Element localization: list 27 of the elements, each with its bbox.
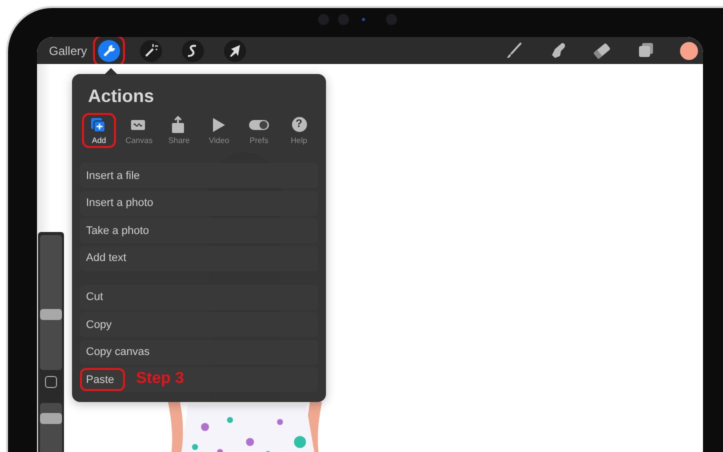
modify-button[interactable] <box>45 376 57 388</box>
color-swatch[interactable] <box>680 42 698 60</box>
panel-title: Actions <box>88 86 156 107</box>
tool-button[interactable] <box>224 40 246 62</box>
action-tab[interactable]: Prefs <box>242 113 276 148</box>
menu-item[interactable]: Copy canvas <box>80 340 318 364</box>
menu-item[interactable]: Add text <box>80 246 318 270</box>
slider-thumb[interactable] <box>40 309 62 320</box>
gallery-button[interactable]: Gallery <box>49 44 88 58</box>
brush-icon[interactable] <box>504 40 524 60</box>
action-tab[interactable]: Canvas <box>122 113 156 148</box>
menu-item[interactable]: Insert a photo <box>80 190 318 216</box>
menu-item[interactable]: Take a photo <box>80 218 318 243</box>
action-tab[interactable]: Share <box>162 113 196 148</box>
tool-button[interactable] <box>182 40 204 62</box>
tool-button[interactable] <box>140 40 162 62</box>
tool-button[interactable] <box>98 40 120 62</box>
step-annotation: Step 3 <box>136 370 184 388</box>
help-icon: ? <box>292 117 306 132</box>
slider-thumb[interactable] <box>40 413 62 424</box>
action-tab[interactable]: ? Help <box>282 113 316 148</box>
menu-item[interactable]: Insert a file <box>80 163 318 188</box>
menu-item[interactable]: Copy <box>80 312 318 337</box>
action-tab[interactable]: Add <box>82 113 116 148</box>
indicator-icon <box>362 18 365 21</box>
action-tab[interactable]: Video <box>202 113 236 148</box>
menu-item[interactable]: Cut <box>80 284 318 310</box>
